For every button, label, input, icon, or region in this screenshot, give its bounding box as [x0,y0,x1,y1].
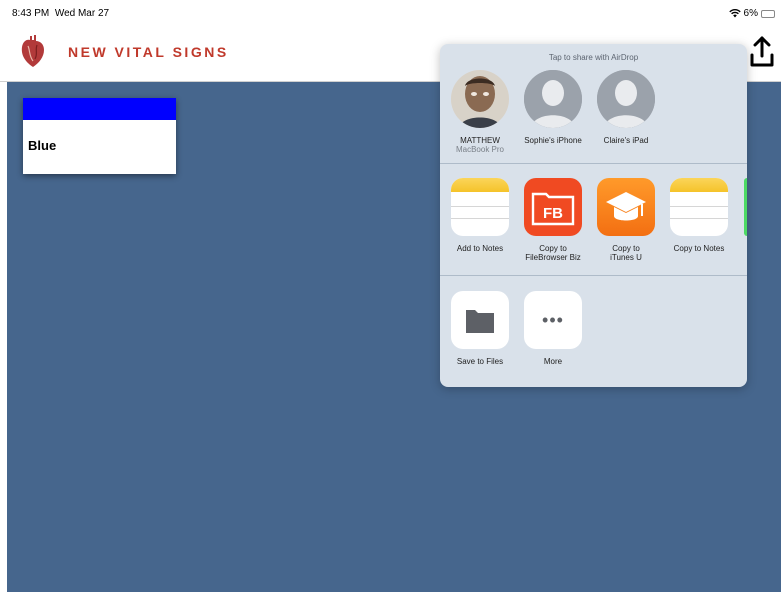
share-icon[interactable] [749,36,775,68]
battery-percent: 6% [743,8,758,19]
airdrop-target-claire[interactable]: Claire's iPad [593,70,659,145]
row-divider [440,275,747,276]
wifi-icon [728,9,741,18]
notes-icon [670,178,728,236]
app-copy-to-itunes-u[interactable]: Copy to iTunes U [593,178,659,262]
color-card[interactable]: Blue [23,98,176,174]
row-divider [440,163,747,164]
filebrowser-icon: FB [524,178,582,236]
airdrop-hint: Tap to share with AirDrop [548,53,639,62]
notes-icon [451,178,509,236]
app-label: Copy to iTunes U [610,244,642,262]
airdrop-name: Sophie's iPhone [524,136,582,145]
more-glyph: ••• [542,309,564,330]
color-label: Blue [28,138,57,153]
itunes-u-icon [597,178,655,236]
person-silhouette-icon [597,70,655,128]
more-icon: ••• [524,291,582,349]
airdrop-device: MacBook Pro [455,145,505,154]
left-edge [0,82,7,592]
status-bar: 8:43 PM Wed Mar 27 6% [0,0,781,26]
status-indicators: 6% [728,8,775,19]
airdrop-name: Claire's iPad [603,136,649,145]
share-sheet: Tap to share with AirDrop MATTHEW MacBoo… [440,44,747,387]
action-label: Save to Files [456,357,504,366]
app-add-to-notes[interactable]: Add to Notes [447,178,513,253]
action-label: More [543,357,563,366]
airdrop-target-sophie[interactable]: Sophie's iPhone [520,70,586,145]
heart-icon [21,35,44,67]
partial-app-icon[interactable] [744,178,747,236]
app-label: Add to Notes [456,244,504,253]
app-label: Copy to Notes [673,244,725,253]
fb-glyph: FB [543,205,563,222]
person-silhouette-icon [524,70,582,128]
app-title: NEW VITAL SIGNS [68,44,229,60]
app-label: Copy to FileBrowser Biz [525,244,581,262]
status-time: 8:43 PM Wed Mar 27 [12,8,110,19]
battery-icon [761,9,775,18]
app-copy-to-notes[interactable]: Copy to Notes [666,178,732,253]
app-copy-to-filebrowser[interactable]: FB Copy to FileBrowser Biz [520,178,586,262]
action-save-to-files[interactable]: Save to Files [447,291,513,366]
airdrop-target-matthew[interactable]: MATTHEW MacBook Pro [447,70,513,154]
folder-icon [451,291,509,349]
airdrop-name: MATTHEW [460,136,500,145]
color-swatch [23,98,176,120]
action-more[interactable]: ••• More [520,291,586,366]
person-photo-avatar [451,70,509,128]
